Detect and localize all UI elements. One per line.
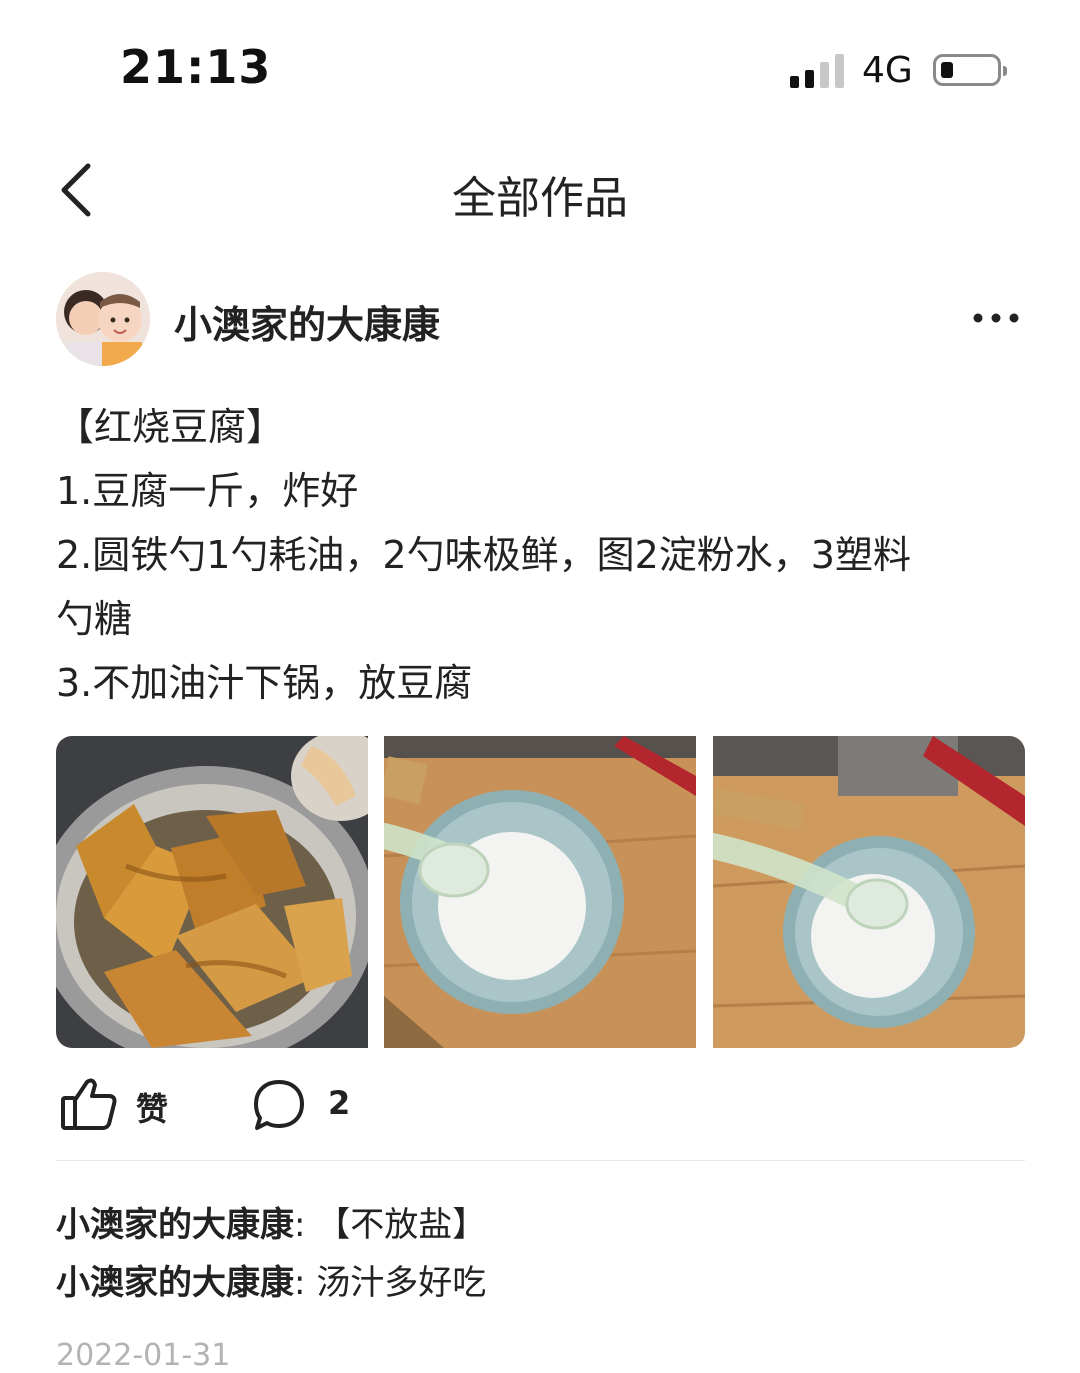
comment-text: 【不放盐】 xyxy=(316,1205,487,1245)
post-line: 勺糖 xyxy=(56,597,133,641)
avatar[interactable] xyxy=(56,272,150,366)
comment-item[interactable]: 小澳家的大康康: 【不放盐】 xyxy=(56,1196,1025,1254)
battery-icon xyxy=(933,54,1007,86)
network-type: 4G xyxy=(862,50,913,91)
comment-author[interactable]: 小澳家的大康康 xyxy=(56,1205,294,1245)
photo-starch-water-closeup[interactable] xyxy=(713,736,1025,1048)
comment-text: 汤汁多好吃 xyxy=(316,1263,487,1303)
nav-bar: 全部作品 xyxy=(0,140,1080,250)
comment-count: 2 xyxy=(328,1084,351,1122)
post-line: 3.不加油汁下锅，放豆腐 xyxy=(56,661,473,705)
signal-icon xyxy=(790,54,846,88)
comment-item[interactable]: 小澳家的大康康: 汤汁多好吃 xyxy=(56,1254,1025,1312)
comment-list: 小澳家的大康康: 【不放盐】 小澳家的大康康: 汤汁多好吃 xyxy=(56,1196,1025,1312)
photo-grid xyxy=(56,736,1025,1048)
photo-starch-water[interactable] xyxy=(384,736,696,1048)
author-name[interactable]: 小澳家的大康康 xyxy=(174,294,440,349)
comment-bubble-icon xyxy=(252,1078,306,1132)
post-line: 【红烧豆腐】 xyxy=(56,405,285,449)
page-title: 全部作品 xyxy=(452,173,628,224)
status-time: 21:13 xyxy=(120,40,272,94)
divider xyxy=(56,1160,1025,1161)
status-bar: 21:13 4G xyxy=(0,0,1080,140)
like-label: 赞 xyxy=(136,1090,169,1128)
comment-button[interactable]: 2 xyxy=(252,1070,372,1144)
photo-braised-tofu[interactable] xyxy=(56,736,368,1048)
post-date: 2022-01-31 xyxy=(56,1338,231,1373)
comment-separator: : xyxy=(294,1263,317,1303)
more-dots-icon[interactable] xyxy=(972,310,1020,324)
comment-separator: : xyxy=(294,1205,317,1245)
post-actions: 赞 2 xyxy=(56,1070,1025,1144)
post-header: 小澳家的大康康 xyxy=(0,270,1080,370)
comment-author[interactable]: 小澳家的大康康 xyxy=(56,1263,294,1303)
thumbs-up-icon xyxy=(60,1076,118,1132)
post-line: 2.圆铁勺1勺耗油，2勺味极鲜，图2淀粉水，3塑料 xyxy=(56,533,911,577)
post-line: 1.豆腐一斤，炸好 xyxy=(56,469,359,513)
post-content: 【红烧豆腐】 1.豆腐一斤，炸好 2.圆铁勺1勺耗油，2勺味极鲜，图2淀粉水，3… xyxy=(56,395,1036,715)
